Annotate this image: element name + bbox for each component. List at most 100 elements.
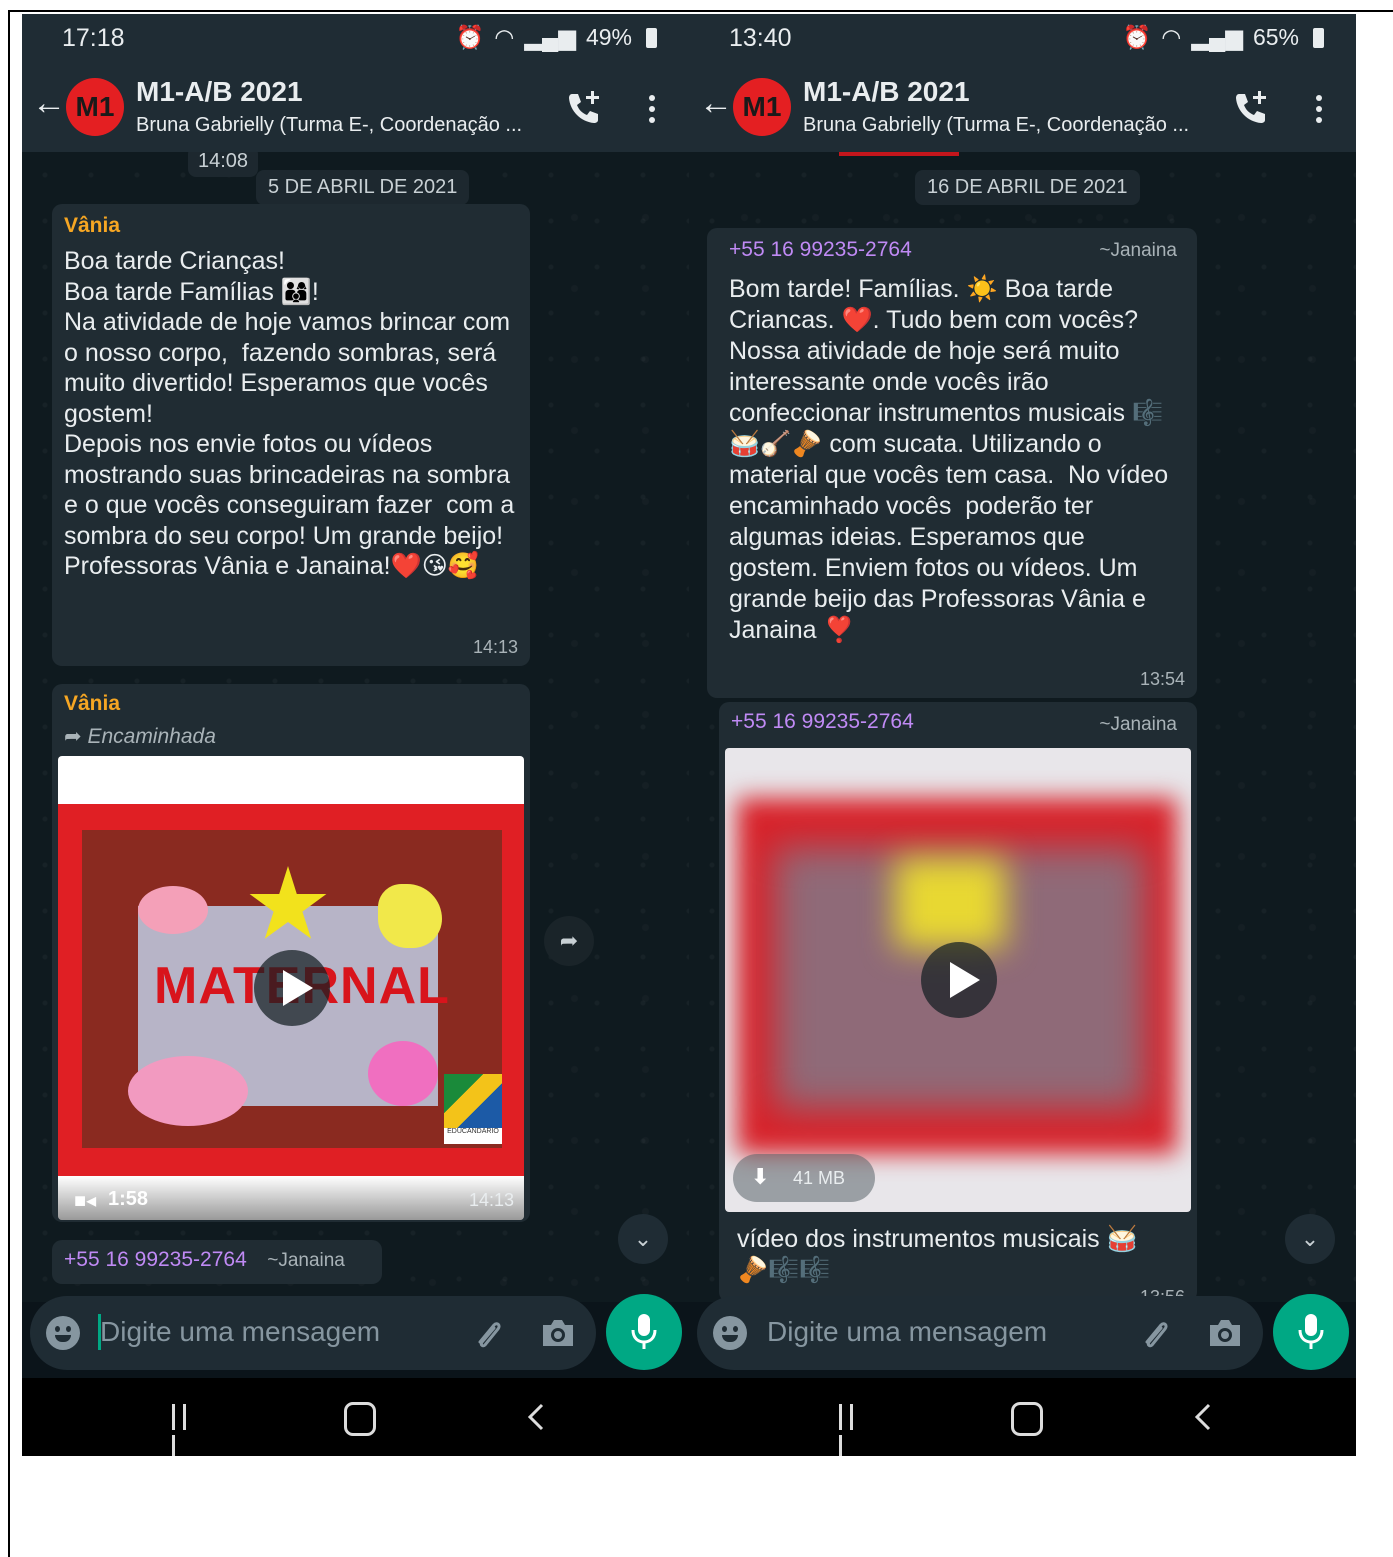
video-message-bubble[interactable]: Vânia ➦ Encaminhada MATERNAL EDUCANDARIO bbox=[52, 684, 530, 1222]
message-bubble[interactable]: Vânia Boa tarde Crianças! Boa tarde Famí… bbox=[52, 204, 530, 666]
emoji-icon[interactable] bbox=[46, 1316, 80, 1350]
emoji-icon[interactable] bbox=[713, 1316, 747, 1350]
file-size: 41 MB bbox=[793, 1168, 846, 1188]
more-options-icon[interactable] bbox=[1309, 92, 1329, 126]
message-text: Boa tarde Crianças! Boa tarde Famílias 👨… bbox=[64, 247, 515, 580]
scroll-down-icon[interactable]: ⌄ bbox=[1285, 1214, 1335, 1264]
date-divider: 16 DE ABRIL DE 2021 bbox=[915, 170, 1140, 205]
download-icon: ⬇ bbox=[751, 1164, 770, 1189]
chat-area: 16 DE ABRIL DE 2021 +55 16 99235-2764 ~J… bbox=[689, 152, 1356, 1302]
status-time: 13:40 bbox=[729, 24, 792, 52]
recent-apps-icon[interactable] bbox=[172, 1404, 200, 1456]
microphone-icon bbox=[1298, 1314, 1324, 1349]
attach-icon[interactable] bbox=[470, 1316, 506, 1352]
add-call-icon[interactable] bbox=[564, 88, 604, 128]
nav-back-icon[interactable] bbox=[522, 1402, 552, 1432]
forward-button[interactable]: ➦ bbox=[544, 916, 594, 966]
status-bar: 17:18 ⏰ ◠ ▂▄▆ 49% bbox=[22, 14, 689, 62]
message-time: 14:13 bbox=[468, 1190, 514, 1210]
microphone-icon bbox=[631, 1314, 657, 1349]
previous-media-edge bbox=[839, 152, 959, 156]
flowers-decoration bbox=[128, 1056, 248, 1126]
wifi-icon: ◠ bbox=[1161, 24, 1182, 50]
home-icon[interactable] bbox=[344, 1402, 376, 1436]
forwarded-label: ➦ Encaminhada bbox=[64, 724, 518, 749]
attach-icon[interactable] bbox=[1137, 1316, 1173, 1352]
chat-header: ← M1 M1-A/B 2021 Bruna Gabrielly (Turma … bbox=[689, 62, 1356, 152]
scroll-down-icon[interactable]: ⌄ bbox=[618, 1214, 668, 1264]
frame-border-top bbox=[8, 10, 1393, 12]
recent-apps-icon[interactable] bbox=[839, 1404, 867, 1456]
message-input-bar[interactable]: Digite uma mensagem bbox=[30, 1296, 596, 1370]
alarm-icon: ⏰ bbox=[455, 24, 485, 50]
forwarded-text: Encaminhada bbox=[87, 725, 216, 748]
video-thumbnail[interactable]: MATERNAL EDUCANDARIO ■◂ 1:58 14:13 bbox=[58, 756, 524, 1220]
status-icons: ⏰ ◠ ▂▄▆ 65% bbox=[1123, 24, 1324, 51]
flower-decoration bbox=[368, 1041, 438, 1106]
left-phone-screen: 17:18 ⏰ ◠ ▂▄▆ 49% ← M1 M1-A/B 2021 Bruna… bbox=[22, 14, 689, 1456]
system-navigation-bar bbox=[22, 1378, 689, 1456]
educandario-logo: EDUCANDARIO bbox=[444, 1074, 502, 1144]
message-time: 13:54 bbox=[1139, 669, 1185, 689]
back-arrow-icon[interactable]: ← bbox=[699, 86, 733, 120]
group-title[interactable]: M1-A/B 2021 bbox=[136, 76, 303, 108]
message-input[interactable]: Digite uma mensagem bbox=[100, 1316, 380, 1348]
battery-percent: 49% bbox=[585, 24, 632, 50]
microphone-button[interactable] bbox=[606, 1294, 682, 1370]
play-icon[interactable] bbox=[254, 950, 330, 1026]
video-info-bar: ■◂ 1:58 14:13 bbox=[58, 1176, 524, 1220]
message-bubble[interactable]: +55 16 99235-2764 ~Janaina Bom tarde! Fa… bbox=[707, 228, 1197, 698]
battery-percent: 65% bbox=[1252, 24, 1299, 50]
video-duration: 1:58 bbox=[108, 1188, 149, 1210]
frame-border-left bbox=[8, 10, 10, 1557]
sender-alias: ~Janaina bbox=[1099, 714, 1177, 735]
logo-text: EDUCANDARIO bbox=[447, 1128, 499, 1135]
status-bar: 13:40 ⏰ ◠ ▂▄▆ 65% bbox=[689, 14, 1356, 62]
group-avatar[interactable]: M1 bbox=[733, 78, 791, 136]
bird-decoration bbox=[138, 886, 208, 934]
group-members[interactable]: Bruna Gabrielly (Turma E-, Coordenação .… bbox=[136, 114, 522, 137]
add-call-icon[interactable] bbox=[1231, 88, 1271, 128]
signal-icon: ▂▄▆ bbox=[524, 24, 576, 50]
forward-arrow-icon: ➦ bbox=[64, 725, 82, 748]
more-options-icon[interactable] bbox=[642, 92, 662, 126]
status-time: 17:18 bbox=[62, 24, 125, 52]
play-icon[interactable] bbox=[921, 942, 997, 1018]
download-button[interactable]: ⬇ 41 MB bbox=[733, 1154, 875, 1202]
nav-back-icon[interactable] bbox=[1189, 1402, 1219, 1432]
video-caption: vídeo dos instrumentos musicais 🥁 🪘🎼🎼 bbox=[737, 1225, 1138, 1284]
sender-phone: +55 16 99235-2764 bbox=[64, 1248, 247, 1271]
video-camera-icon: ■◂ bbox=[74, 1190, 97, 1212]
alarm-icon: ⏰ bbox=[1122, 24, 1152, 50]
video-thumbnail[interactable]: ⬇ 41 MB bbox=[725, 748, 1191, 1212]
sender-alias: ~Janaina bbox=[267, 1250, 345, 1271]
message-time: 14:13 bbox=[472, 637, 518, 657]
wifi-icon: ◠ bbox=[494, 24, 515, 50]
system-navigation-bar bbox=[689, 1378, 1356, 1456]
signal-icon: ▂▄▆ bbox=[1191, 24, 1243, 50]
group-avatar[interactable]: M1 bbox=[66, 78, 124, 136]
message-text: Bom tarde! Famílias. ☀️ Boa tarde Crianc… bbox=[729, 275, 1169, 644]
previous-message-time: 14:08 bbox=[188, 152, 259, 177]
home-icon[interactable] bbox=[1011, 1402, 1043, 1436]
sender-name: Vânia bbox=[64, 692, 121, 715]
battery-icon bbox=[646, 27, 657, 48]
blurred-star bbox=[895, 858, 1005, 948]
sender-alias: ~Janaina bbox=[1099, 240, 1177, 261]
message-input[interactable]: Digite uma mensagem bbox=[767, 1316, 1047, 1348]
back-arrow-icon[interactable]: ← bbox=[32, 86, 66, 120]
sender-name: Vânia bbox=[64, 214, 121, 237]
message-input-bar[interactable]: Digite uma mensagem bbox=[697, 1296, 1263, 1370]
group-members[interactable]: Bruna Gabrielly (Turma E-, Coordenação .… bbox=[803, 114, 1189, 137]
video-message-bubble[interactable]: +55 16 99235-2764 ~Janaina ⬇ 41 MB vídeo… bbox=[719, 702, 1197, 1302]
group-title[interactable]: M1-A/B 2021 bbox=[803, 76, 970, 108]
message-bubble[interactable]: +55 16 99235-2764 ~Janaina bbox=[52, 1240, 382, 1284]
right-phone-screen: 13:40 ⏰ ◠ ▂▄▆ 65% ← M1 M1-A/B 2021 Bruna… bbox=[689, 14, 1356, 1456]
camera-icon[interactable] bbox=[540, 1318, 576, 1348]
camera-icon[interactable] bbox=[1207, 1318, 1243, 1348]
chat-area: 14:08 5 DE ABRIL DE 2021 Vânia Boa tarde… bbox=[22, 152, 689, 1302]
date-divider: 5 DE ABRIL DE 2021 bbox=[256, 170, 470, 205]
battery-icon bbox=[1313, 27, 1324, 48]
chat-header: ← M1 M1-A/B 2021 Bruna Gabrielly (Turma … bbox=[22, 62, 689, 152]
microphone-button[interactable] bbox=[1273, 1294, 1349, 1370]
